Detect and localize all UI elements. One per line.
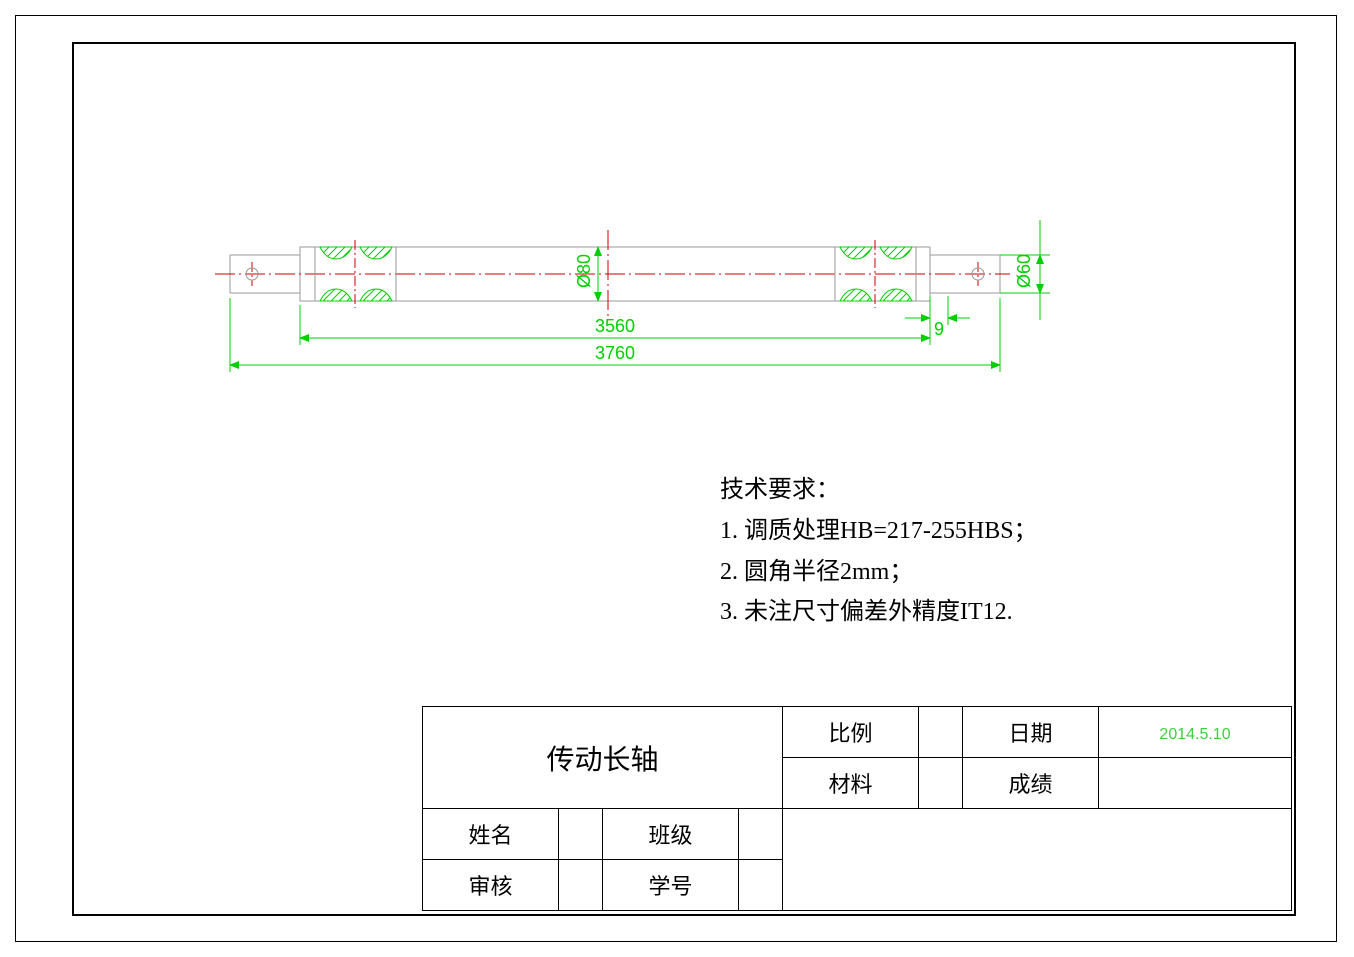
shaft-body xyxy=(215,230,1050,320)
grade-value xyxy=(1099,758,1292,809)
svg-text:3560: 3560 xyxy=(595,316,635,336)
grade-label: 成绩 xyxy=(962,758,1098,809)
svg-text:Ø60: Ø60 xyxy=(1014,254,1034,288)
notes-title: 技术要求： xyxy=(720,470,1038,511)
notes-item1: 1. 调质处理HB=217-255HBS； xyxy=(720,511,1038,552)
title-block: 传动长轴 比例 日期 2014.5.10 材料 成绩 姓名 班级 审核 学号 xyxy=(422,706,1292,911)
notes-item3: 3. 未注尺寸偏差外精度IT12. xyxy=(720,592,1038,633)
svg-text:3760: 3760 xyxy=(595,343,635,363)
dim-gap9: 9 xyxy=(905,296,970,339)
review-label: 审核 xyxy=(423,860,559,911)
material-value xyxy=(919,758,963,809)
material-label: 材料 xyxy=(783,758,919,809)
scale-label: 比例 xyxy=(783,707,919,758)
name-label: 姓名 xyxy=(423,809,559,860)
id-label: 学号 xyxy=(602,860,738,911)
technical-notes: 技术要求： 1. 调质处理HB=217-255HBS； 2. 圆角半径2mm； … xyxy=(720,470,1038,633)
dim-d60: Ø60 xyxy=(1014,220,1040,320)
dim-3560: 3560 xyxy=(300,305,930,345)
scale-value xyxy=(919,707,963,758)
svg-text:9: 9 xyxy=(934,319,944,339)
svg-text:Ø80: Ø80 xyxy=(574,254,594,288)
blank-area xyxy=(783,809,1292,911)
id-value xyxy=(739,860,783,911)
review-value xyxy=(559,860,603,911)
drawing-title: 传动长轴 xyxy=(423,707,783,809)
date-value: 2014.5.10 xyxy=(1099,707,1292,758)
name-value xyxy=(559,809,603,860)
class-label: 班级 xyxy=(602,809,738,860)
date-label: 日期 xyxy=(962,707,1098,758)
class-value xyxy=(739,809,783,860)
notes-item2: 2. 圆角半径2mm； xyxy=(720,552,1038,593)
